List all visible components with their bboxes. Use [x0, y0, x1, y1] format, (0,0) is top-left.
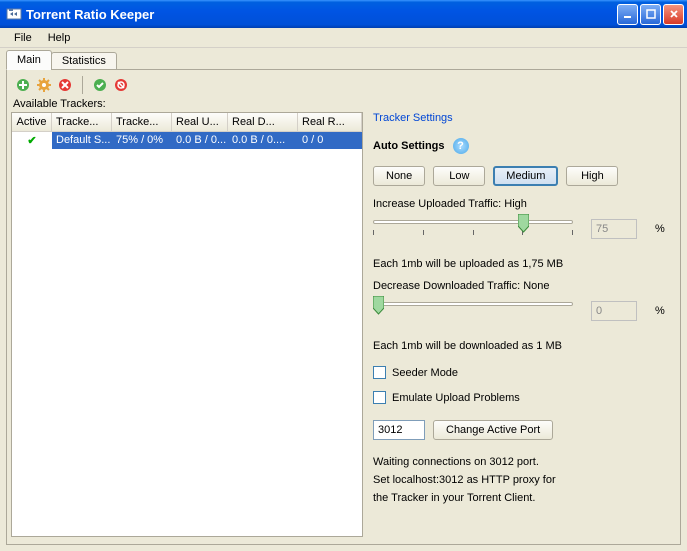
decrease-traffic-label: Decrease Downloaded Traffic: None: [373, 280, 672, 292]
cell-realr: 0 / 0: [298, 132, 362, 149]
table-row[interactable]: ✔ Default S... 75% / 0% 0.0 B / 0... 0.0…: [12, 132, 362, 149]
available-trackers-label: Available Trackers:: [11, 96, 676, 112]
pct-label-2: %: [655, 305, 665, 317]
menu-help[interactable]: Help: [40, 30, 79, 46]
high-button[interactable]: High: [566, 166, 618, 186]
col-real-ratio[interactable]: Real R...: [298, 113, 362, 131]
menubar: File Help: [0, 28, 687, 48]
seeder-mode-checkbox[interactable]: [373, 366, 386, 379]
enable-icon[interactable]: [92, 77, 108, 93]
increase-slider[interactable]: [373, 214, 573, 244]
help-icon[interactable]: ?: [453, 138, 469, 154]
col-active[interactable]: Active: [12, 113, 52, 131]
port-input[interactable]: [373, 420, 425, 440]
tab-statistics[interactable]: Statistics: [51, 52, 117, 70]
titlebar: Torrent Ratio Keeper: [0, 0, 687, 28]
cell-realu: 0.0 B / 0...: [172, 132, 228, 149]
minimize-button[interactable]: [617, 4, 638, 25]
disable-icon[interactable]: [113, 77, 129, 93]
cell-reald: 0.0 B / 0....: [228, 132, 298, 149]
delete-icon[interactable]: [57, 77, 73, 93]
cell-ratio: 75% / 0%: [112, 132, 172, 149]
change-port-button[interactable]: Change Active Port: [433, 420, 553, 440]
medium-button[interactable]: Medium: [493, 166, 558, 186]
info-line-1: Waiting connections on 3012 port.: [373, 456, 672, 468]
gear-icon[interactable]: [36, 77, 52, 93]
none-button[interactable]: None: [373, 166, 425, 186]
each-upload-label: Each 1mb will be uploaded as 1,75 MB: [373, 258, 672, 270]
settings-title: Tracker Settings: [373, 112, 672, 124]
auto-settings-label: Auto Settings: [373, 140, 445, 152]
tracker-settings: Tracker Settings Auto Settings ? None Lo…: [369, 112, 676, 537]
main-panel: Available Trackers: Active Tracke... Tra…: [6, 69, 681, 545]
col-real-download[interactable]: Real D...: [228, 113, 298, 131]
decrease-pct-field: 0: [591, 301, 637, 321]
increase-pct-field: 75: [591, 219, 637, 239]
each-download-label: Each 1mb will be downloaded as 1 MB: [373, 340, 672, 352]
emulate-label: Emulate Upload Problems: [392, 392, 520, 404]
window-title: Torrent Ratio Keeper: [26, 7, 617, 22]
app-icon: [6, 6, 22, 22]
seeder-mode-label: Seeder Mode: [392, 367, 458, 379]
col-tracker[interactable]: Tracke...: [52, 113, 112, 131]
active-check-icon: ✔: [27, 135, 36, 147]
decrease-slider[interactable]: [373, 296, 573, 326]
cell-tracker: Default S...: [52, 132, 112, 149]
add-icon[interactable]: [15, 77, 31, 93]
info-line-2: Set localhost:3012 as HTTP proxy for: [373, 474, 672, 486]
tab-main[interactable]: Main: [6, 50, 52, 70]
info-line-3: the Tracker in your Torrent Client.: [373, 492, 672, 504]
toolbar: [11, 74, 676, 96]
increase-traffic-label: Increase Uploaded Traffic: High: [373, 198, 672, 210]
col-real-upload[interactable]: Real U...: [172, 113, 228, 131]
menu-file[interactable]: File: [6, 30, 40, 46]
col-ratio[interactable]: Tracke...: [112, 113, 172, 131]
pct-label: %: [655, 223, 665, 235]
maximize-button[interactable]: [640, 4, 661, 25]
emulate-checkbox[interactable]: [373, 391, 386, 404]
low-button[interactable]: Low: [433, 166, 485, 186]
tabs: Main Statistics: [6, 50, 681, 70]
trackers-table: Active Tracke... Tracke... Real U... Rea…: [11, 112, 363, 537]
close-button[interactable]: [663, 4, 684, 25]
